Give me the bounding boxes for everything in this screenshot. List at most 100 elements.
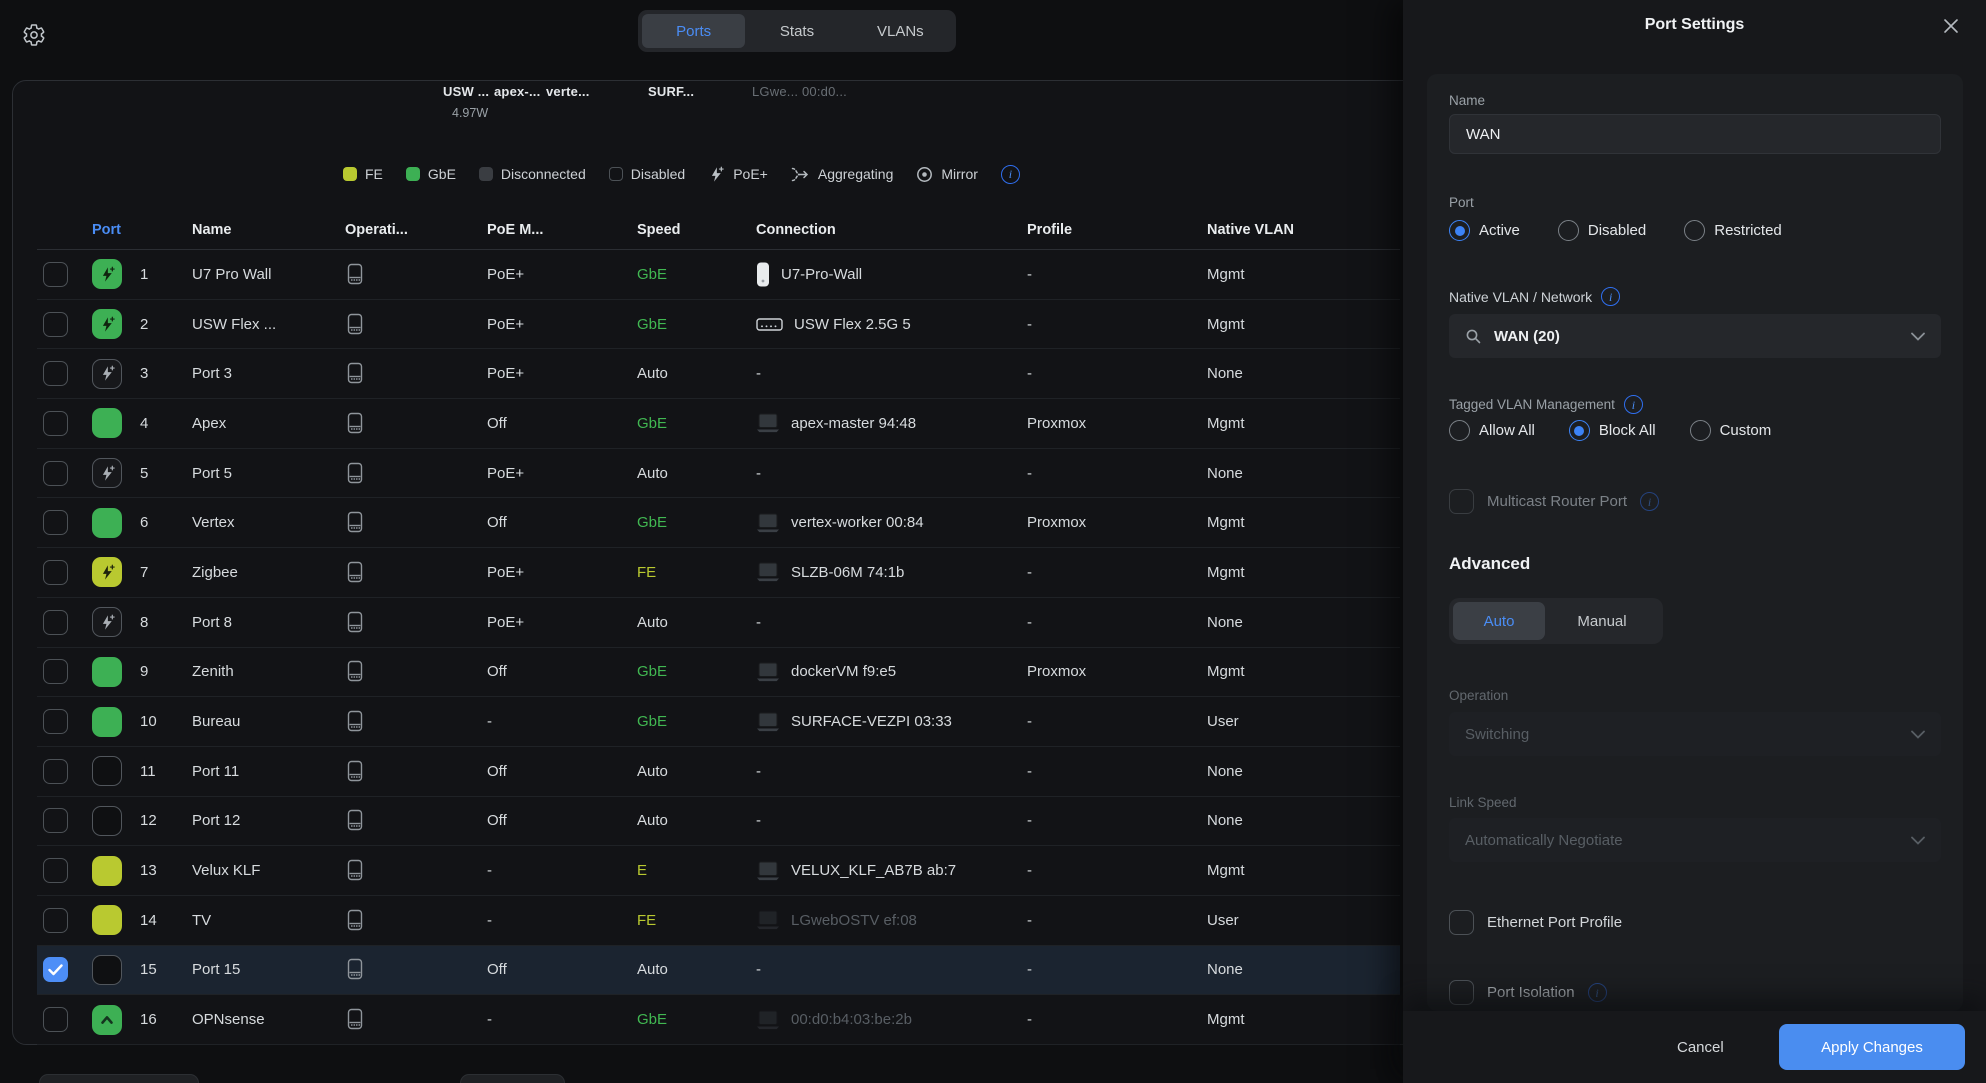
- row-checkbox[interactable]: [43, 957, 68, 982]
- operation-icon: [345, 449, 365, 498]
- tab-stats[interactable]: Stats: [745, 14, 848, 48]
- cancel-button[interactable]: Cancel: [1661, 1011, 1740, 1083]
- row-checkbox[interactable]: [43, 510, 68, 535]
- radio-button[interactable]: [1449, 420, 1470, 441]
- gear-icon[interactable]: [22, 23, 46, 47]
- info-icon[interactable]: i: [1588, 983, 1607, 1002]
- multicast-router-port-row[interactable]: Multicast Router Port i: [1449, 489, 1659, 514]
- table-row-port-6[interactable]: 6VertexOffGbEvertex-worker 00:84ProxmoxM…: [37, 498, 1400, 548]
- row-checkbox[interactable]: [43, 560, 68, 585]
- port-isolation-checkbox[interactable]: [1449, 980, 1474, 1005]
- table-row-port-14[interactable]: 14TV-FELGwebOSTV ef:08-User: [37, 896, 1400, 946]
- table-row-port-7[interactable]: 7ZigbeePoE+FESLZB-06M 74:1b-Mgmt: [37, 548, 1400, 598]
- column-header-profile[interactable]: Profile: [1027, 210, 1072, 250]
- port-state-label: Port: [1449, 195, 1474, 210]
- port-status-icon-green: [92, 408, 122, 438]
- toggle-segment-manual[interactable]: Manual: [1545, 602, 1659, 640]
- table-row-port-15[interactable]: 15Port 15OffAuto--None: [37, 946, 1400, 996]
- speed-value: Auto: [637, 449, 668, 498]
- row-checkbox[interactable]: [43, 610, 68, 635]
- connection-value: -: [756, 449, 1036, 498]
- row-checkbox[interactable]: [43, 808, 68, 833]
- multicast-checkbox[interactable]: [1449, 489, 1474, 514]
- radio-button[interactable]: [1690, 420, 1711, 441]
- row-checkbox[interactable]: [43, 709, 68, 734]
- ethernet-port-profile-row[interactable]: Ethernet Port Profile: [1449, 910, 1622, 935]
- tab-ports[interactable]: Ports: [642, 14, 745, 48]
- table-row-port-16[interactable]: 16OPNsense-GbE00:d0:b4:03:be:2b-Mgmt: [37, 995, 1400, 1045]
- column-header-name[interactable]: Name: [192, 210, 342, 250]
- bottom-left-control-partial[interactable]: [39, 1074, 199, 1083]
- table-row-port-1[interactable]: 1U7 Pro WallPoE+GbEU7-Pro-Wall-Mgmt: [37, 250, 1400, 300]
- tagged-vlan-radio-block-all[interactable]: Block All: [1569, 420, 1656, 441]
- port-state-radio-restricted[interactable]: Restricted: [1684, 220, 1782, 241]
- row-checkbox[interactable]: [43, 858, 68, 883]
- column-header-native-vlan[interactable]: Native VLAN: [1207, 210, 1294, 250]
- table-row-port-2[interactable]: 2USW Flex ...PoE+GbEUSW Flex 2.5G 5-Mgmt: [37, 300, 1400, 350]
- table-row-port-5[interactable]: 5Port 5PoE+Auto--None: [37, 449, 1400, 499]
- connection-value: dockerVM f9:e5: [756, 648, 1036, 697]
- radio-button[interactable]: [1684, 220, 1705, 241]
- native-vlan-value: Mgmt: [1207, 300, 1245, 349]
- column-header-port[interactable]: Port: [92, 210, 121, 250]
- apply-changes-button[interactable]: Apply Changes: [1779, 1024, 1965, 1070]
- native-vlan-value: None: [1207, 797, 1243, 846]
- info-icon[interactable]: i: [1640, 492, 1659, 511]
- ethernet-port-profile-checkbox[interactable]: [1449, 910, 1474, 935]
- row-checkbox[interactable]: [43, 361, 68, 386]
- fe-swatch-icon: [343, 167, 357, 181]
- toggle-segment-auto[interactable]: Auto: [1453, 602, 1545, 640]
- radio-button[interactable]: [1569, 420, 1590, 441]
- table-row-port-8[interactable]: 8Port 8PoE+Auto--None: [37, 598, 1400, 648]
- tagged-vlan-radio-allow-all[interactable]: Allow All: [1449, 420, 1535, 441]
- table-row-port-3[interactable]: 3Port 3PoE+Auto--None: [37, 349, 1400, 399]
- column-header-poe-m[interactable]: PoE M...: [487, 210, 543, 250]
- row-checkbox[interactable]: [43, 461, 68, 486]
- info-icon[interactable]: i: [1624, 395, 1643, 414]
- row-checkbox[interactable]: [43, 411, 68, 436]
- port-isolation-row[interactable]: Port Isolation i: [1449, 980, 1607, 1005]
- pagination-partial[interactable]: [460, 1074, 565, 1083]
- column-header-operati[interactable]: Operati...: [345, 210, 408, 250]
- table-row-port-12[interactable]: 12Port 12OffAuto--None: [37, 797, 1400, 847]
- native-vlan-value: Mgmt: [1207, 250, 1245, 299]
- column-header-connection[interactable]: Connection: [756, 210, 1036, 250]
- row-checkbox[interactable]: [43, 312, 68, 337]
- row-checkbox[interactable]: [43, 262, 68, 287]
- table-row-port-4[interactable]: 4ApexOffGbEapex-master 94:48ProxmoxMgmt: [37, 399, 1400, 449]
- operation-icon: [345, 349, 365, 398]
- connection-value: -: [756, 598, 1036, 647]
- operation-icon: [345, 946, 365, 995]
- port-state-radio-disabled[interactable]: Disabled: [1558, 220, 1646, 241]
- tab-vlans[interactable]: VLANs: [849, 14, 952, 48]
- close-icon[interactable]: [1942, 17, 1960, 35]
- table-row-port-13[interactable]: 13Velux KLF-EVELUX_KLF_AB7B ab:7-Mgmt: [37, 846, 1400, 896]
- connection-text: LGwebOSTV ef:08: [791, 912, 917, 929]
- advanced-heading: Advanced: [1449, 554, 1530, 574]
- table-row-port-9[interactable]: 9ZenithOffGbEdockerVM f9:e5ProxmoxMgmt: [37, 648, 1400, 698]
- native-vlan-value: Mgmt: [1207, 846, 1245, 895]
- native-vlan-value: User: [1207, 896, 1239, 945]
- table-row-port-11[interactable]: 11Port 11OffAuto--None: [37, 747, 1400, 797]
- table-header: Port NameOperati... PoE M... Speed Connectio…: [37, 210, 1400, 250]
- computer-device-icon: [756, 513, 780, 533]
- row-checkbox[interactable]: [43, 1007, 68, 1032]
- column-header-speed[interactable]: Speed: [637, 210, 681, 250]
- radio-button[interactable]: [1449, 220, 1470, 241]
- legend-item-poe+: PoE+: [708, 166, 768, 183]
- legend-item-fe: FE: [343, 166, 383, 182]
- legend-item-info[interactable]: i: [1001, 165, 1020, 184]
- info-icon[interactable]: i: [1601, 287, 1620, 306]
- table-row-port-10[interactable]: 10Bureau-GbESURFACE-VEZPI 03:33-User: [37, 697, 1400, 747]
- radio-label: Restricted: [1714, 222, 1782, 239]
- native-vlan-select[interactable]: WAN (20): [1449, 314, 1941, 358]
- row-checkbox[interactable]: [43, 759, 68, 784]
- radio-button[interactable]: [1558, 220, 1579, 241]
- port-state-radio-active[interactable]: Active: [1449, 220, 1520, 241]
- name-input[interactable]: [1449, 114, 1941, 154]
- poe-mode-value: Off: [487, 648, 507, 697]
- tagged-vlan-radio-custom[interactable]: Custom: [1690, 420, 1772, 441]
- row-checkbox[interactable]: [43, 659, 68, 684]
- poe-mode-value: PoE+: [487, 548, 524, 597]
- row-checkbox[interactable]: [43, 908, 68, 933]
